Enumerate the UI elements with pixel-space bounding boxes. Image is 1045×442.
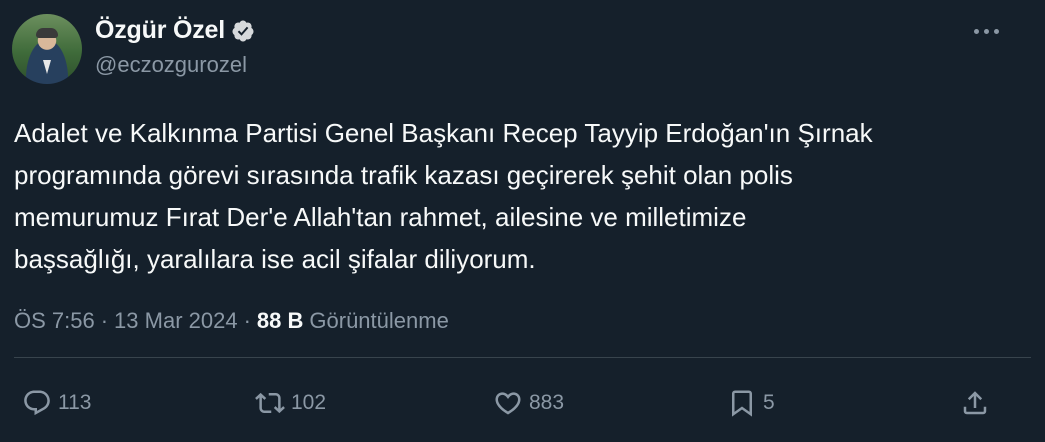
bookmark-count: 5 — [763, 391, 775, 414]
avatar[interactable] — [12, 14, 82, 84]
avatar-hair — [36, 28, 58, 38]
reply-count: 113 — [58, 391, 92, 414]
tweet-text-line: Adalet ve Kalkınma Partisi Genel Başkanı… — [14, 118, 873, 148]
tweet-meta: ÖS 7:56 · 13 Mar 2024 · 88 B Görüntülenm… — [14, 308, 449, 334]
tweet-card: Özgür Özel @eczozgurozel Adalet ve Kalkı… — [0, 0, 1045, 442]
more-dot — [993, 28, 999, 34]
action-bar: 113 102 883 5 — [0, 388, 1045, 432]
divider — [14, 357, 1031, 358]
tweet-text: Adalet ve Kalkınma Partisi Genel Başkanı… — [14, 112, 1024, 280]
author-name-row: Özgür Özel — [95, 16, 255, 45]
more-options-icon[interactable] — [971, 24, 1001, 38]
meta-separator: · — [243, 308, 251, 333]
share-button[interactable] — [960, 388, 990, 418]
bookmark-button[interactable]: 5 — [727, 388, 775, 418]
share-icon — [963, 391, 987, 415]
reply-button[interactable]: 113 — [22, 388, 91, 418]
author-handle[interactable]: @eczozgurozel — [95, 52, 247, 78]
tweet-time[interactable]: ÖS 7:56 — [14, 308, 95, 334]
tweet-text-line: programında görevi sırasında trafik kaza… — [14, 160, 793, 190]
bookmark-icon — [732, 390, 752, 417]
heart-icon — [495, 392, 521, 415]
more-dot — [983, 28, 989, 34]
tweet-text-line: başsağlığı, yaralılara ise acil şifalar … — [14, 244, 536, 274]
retweet-button[interactable]: 102 — [255, 388, 326, 418]
reply-icon — [24, 390, 50, 416]
author-display-name[interactable]: Özgür Özel — [95, 16, 225, 45]
more-dot — [973, 28, 979, 34]
tweet-text-line: memurumuz Fırat Der'e Allah'tan rahmet, … — [14, 202, 747, 232]
views-count[interactable]: 88 B — [257, 308, 303, 334]
avatar-collar — [43, 60, 51, 74]
views-label: Görüntülenme — [309, 308, 449, 333]
tweet-date[interactable]: 13 Mar 2024 — [114, 308, 238, 334]
retweet-icon — [255, 392, 285, 414]
like-count: 883 — [529, 391, 565, 414]
verified-badge-icon[interactable] — [231, 19, 255, 43]
retweet-count: 102 — [291, 391, 327, 414]
like-button[interactable]: 883 — [493, 388, 564, 418]
meta-separator: · — [100, 308, 109, 333]
